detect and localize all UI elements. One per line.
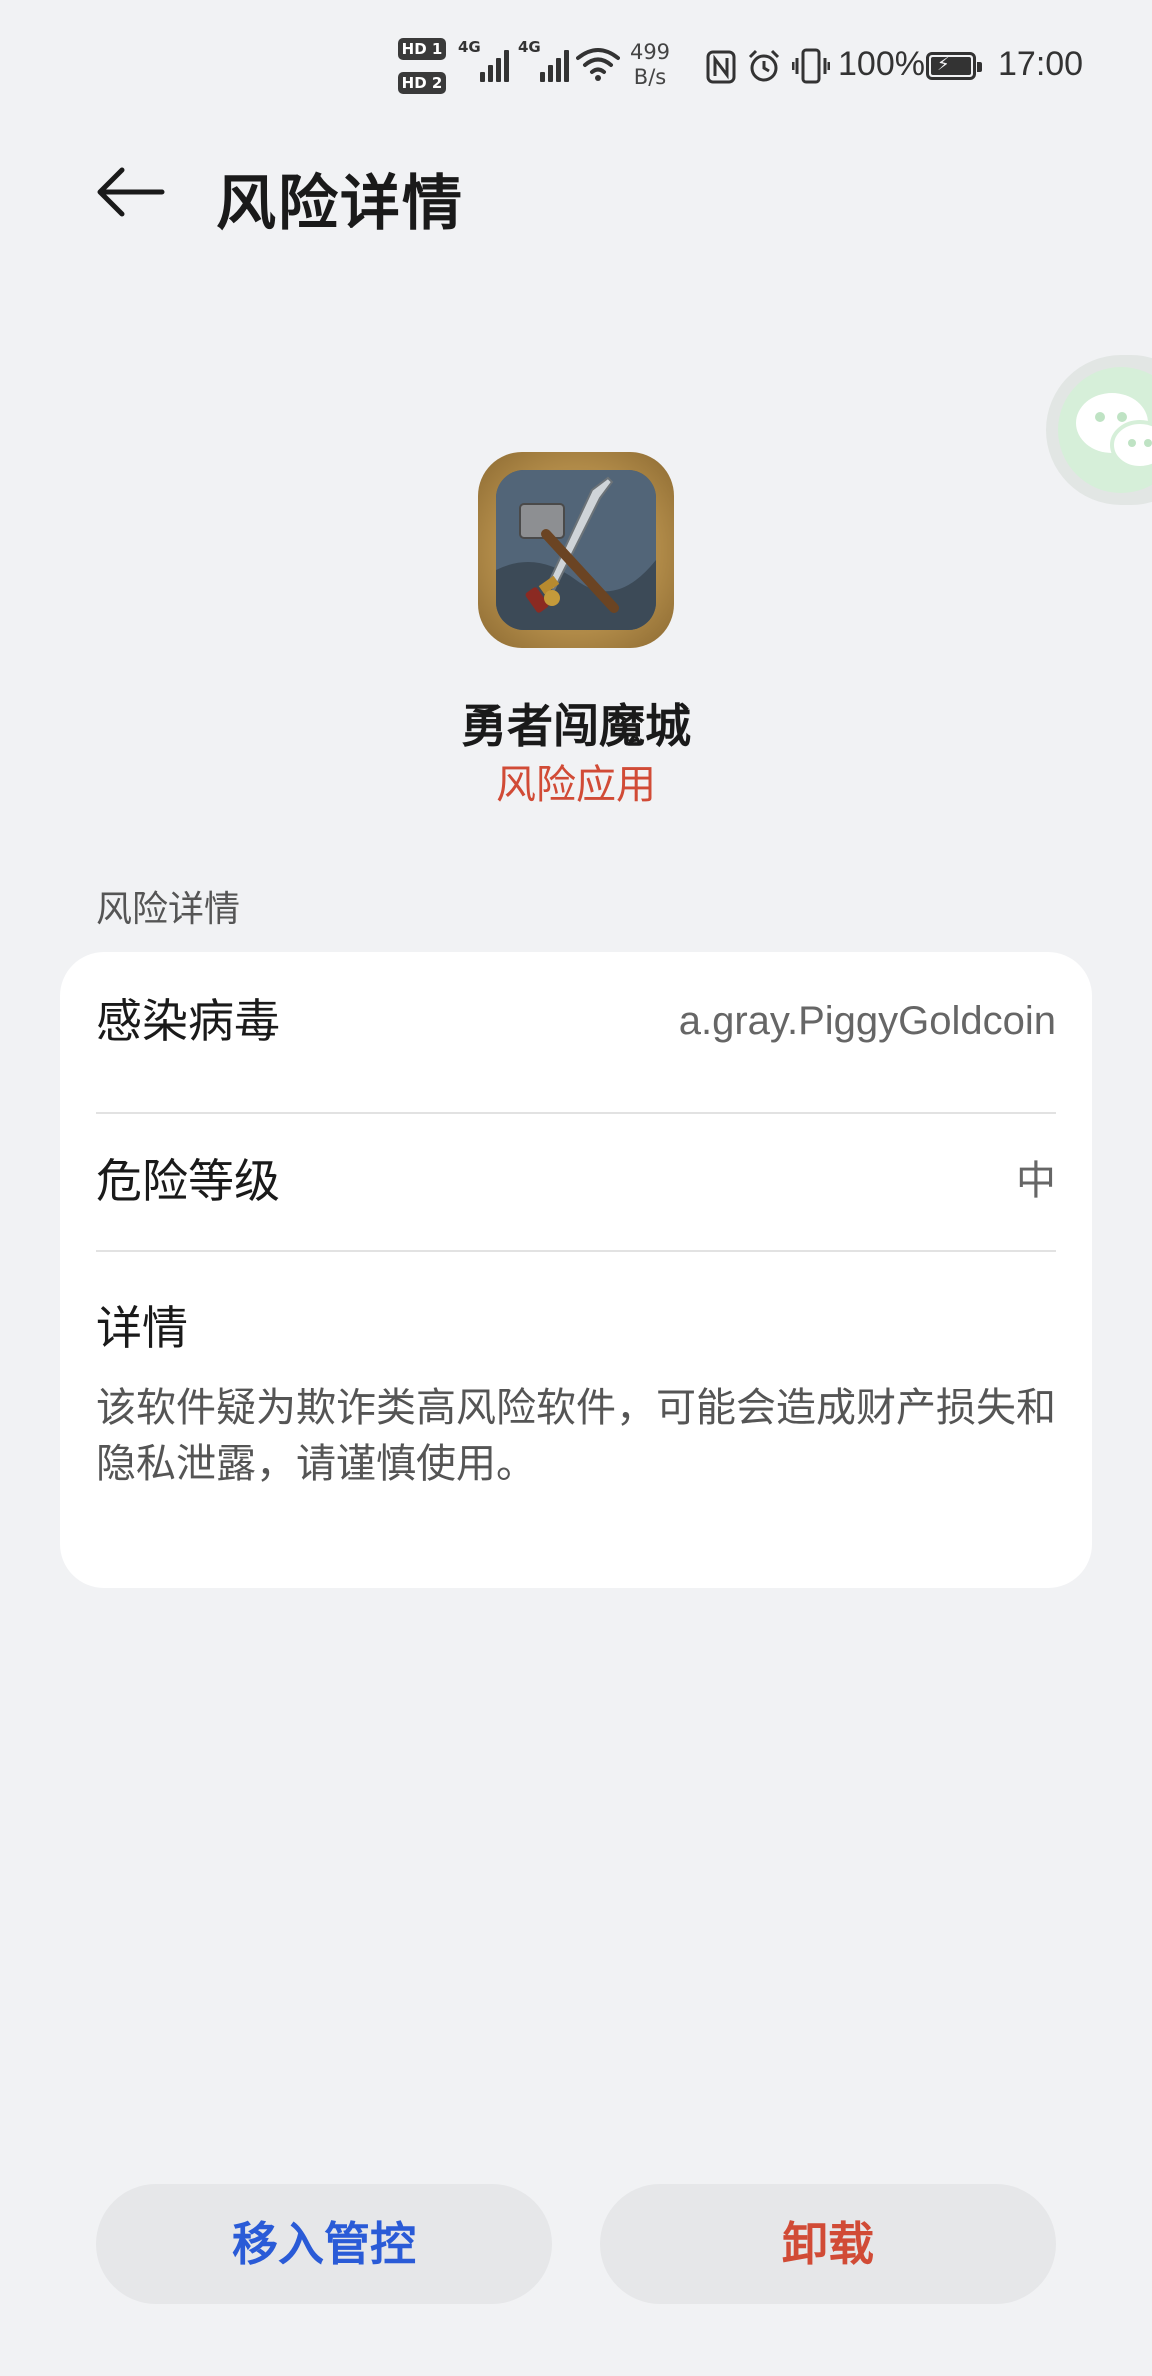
vibrate-icon — [792, 48, 830, 84]
virus-value: a.gray.PiggyGoldcoin — [678, 999, 1056, 1043]
crossed-weapons-icon — [496, 470, 656, 630]
net-speed-unit: B/s — [633, 65, 667, 89]
battery-charging-icon: ⚡ — [926, 52, 982, 80]
wechat-icon — [1076, 393, 1152, 470]
risk-status-label: 风险应用 — [496, 762, 656, 808]
battery-percent: 100% — [838, 45, 925, 83]
page-title: 风险详情 — [216, 169, 464, 239]
app-name: 勇者闯魔城 — [461, 699, 691, 753]
floating-chat-bubble[interactable] — [1046, 355, 1152, 505]
alarm-icon — [748, 49, 780, 82]
network-type-label: 4G — [458, 38, 481, 56]
signal-strength-icon: 4G — [458, 38, 510, 82]
status-bar: HD 1 HD 2 4G 4G 499 B/s 100% ⚡ 17:00 — [0, 0, 1152, 135]
wifi-icon — [576, 48, 620, 81]
move-to-control-button[interactable]: 移入管控 — [96, 2184, 552, 2304]
risk-level-label: 危险等级 — [96, 1154, 280, 1208]
nfc-icon — [706, 50, 736, 84]
clock: 17:00 — [998, 45, 1084, 83]
risk-level-row: 危险等级 中 — [96, 1112, 1056, 1250]
virus-label: 感染病毒 — [96, 994, 280, 1048]
details-description: 该软件疑为欺诈类高风险软件，可能会造成财产损失和隐私泄露，请谨慎使用。 — [96, 1385, 1056, 1487]
risk-level-value: 中 — [1016, 1159, 1056, 1203]
sim-indicator-icon: HD 1 HD 2 — [398, 38, 450, 96]
sim2-badge: HD 2 — [398, 72, 446, 94]
risk-details-card: 感染病毒 a.gray.PiggyGoldcoin 危险等级 中 详情 该软件疑… — [60, 952, 1092, 1588]
back-arrow-icon[interactable] — [92, 158, 172, 238]
net-speed-value: 499 — [629, 40, 671, 64]
section-label: 风险详情 — [96, 889, 241, 930]
network-type-label: 4G — [518, 38, 541, 56]
divider — [96, 1250, 1056, 1252]
uninstall-button[interactable]: 卸载 — [600, 2184, 1056, 2304]
signal-strength-icon: 4G — [518, 38, 570, 82]
sim1-badge: HD 1 — [398, 38, 446, 60]
details-label: 详情 — [96, 1301, 188, 1355]
app-icon — [478, 452, 674, 648]
net-speed: 499 B/s — [620, 40, 680, 90]
virus-row: 感染病毒 a.gray.PiggyGoldcoin — [96, 952, 1056, 1090]
